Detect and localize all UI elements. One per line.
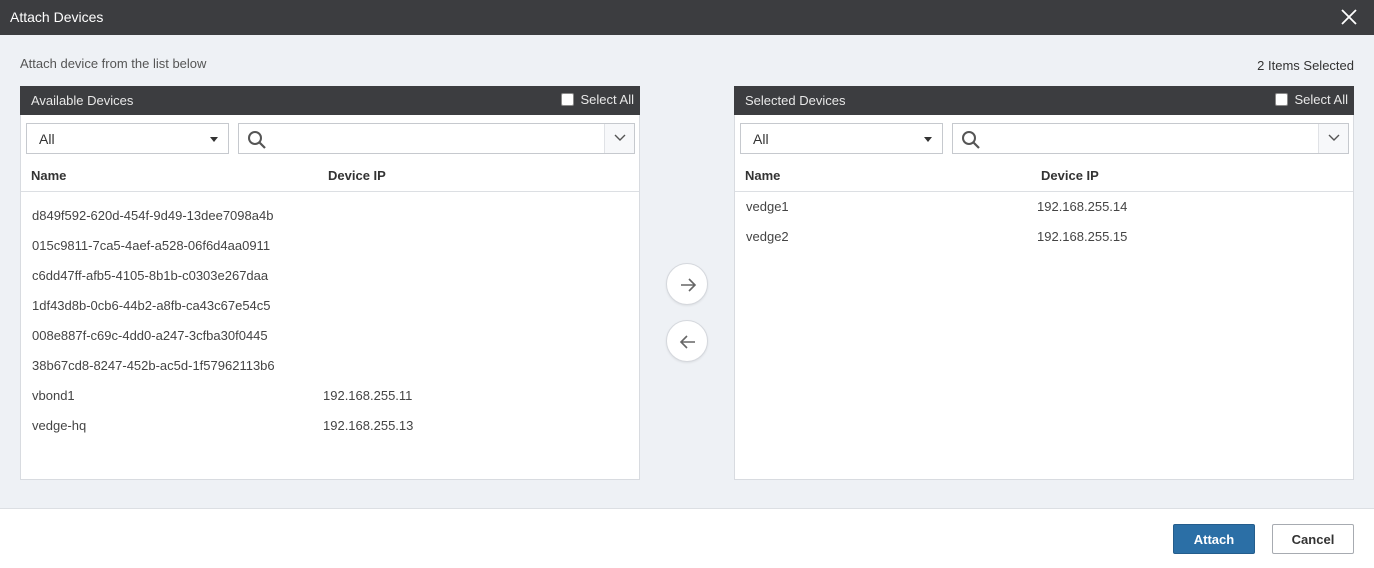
column-header-name[interactable]: Name	[31, 168, 66, 183]
device-name: vedge1	[746, 199, 789, 214]
available-filter-value: All	[39, 131, 55, 147]
available-devices-header: Available Devices Select All	[20, 86, 640, 115]
table-row[interactable]: 008e887f-c69c-4dd0-a247-3cfba30f0445	[21, 328, 639, 358]
selected-select-all[interactable]: Select All	[1274, 92, 1348, 107]
search-icon	[247, 130, 267, 150]
selected-search-input[interactable]	[989, 128, 1289, 150]
move-right-button[interactable]	[666, 263, 708, 305]
dialog-footer: Attach Cancel	[0, 508, 1374, 568]
available-devices-title: Available Devices	[31, 93, 134, 108]
device-name: c6dd47ff-afb5-4105-8b1b-c0303e267daa	[32, 268, 269, 283]
selected-select-all-label: Select All	[1294, 92, 1348, 107]
column-header-name[interactable]: Name	[745, 168, 780, 183]
column-header-device-ip[interactable]: Device IP	[328, 168, 386, 183]
available-filter-row: All	[26, 123, 635, 155]
device-name: d849f592-620d-454f-9d49-13dee7098a4b	[32, 208, 274, 223]
close-icon[interactable]	[1340, 8, 1358, 26]
available-select-all-checkbox[interactable]	[560, 93, 574, 106]
cancel-button[interactable]: Cancel	[1272, 524, 1354, 554]
selected-count: 2 Items Selected	[1257, 58, 1354, 73]
table-row[interactable]: vedge1 192.168.255.14	[735, 199, 1353, 229]
device-name: 1df43d8b-0cb6-44b2-a8fb-ca43c67e54c5	[32, 298, 271, 313]
selected-filter-dropdown[interactable]: All	[740, 123, 943, 154]
table-row[interactable]: c6dd47ff-afb5-4105-8b1b-c0303e267daa	[21, 268, 639, 298]
device-ip: 192.168.255.13	[323, 418, 414, 433]
instruction-text: Attach device from the list below	[20, 56, 207, 71]
selected-devices-title: Selected Devices	[745, 93, 846, 108]
selected-search-box[interactable]	[952, 123, 1349, 154]
table-row[interactable]: vedge2 192.168.255.15	[735, 229, 1353, 259]
selected-device-list: vedge1 192.168.255.14 vedge2 192.168.255.1…	[735, 199, 1353, 259]
selected-devices-header: Selected Devices Select All	[734, 86, 1354, 115]
device-name: vedge-hq	[32, 418, 87, 433]
available-search-input[interactable]	[275, 128, 575, 150]
table-row[interactable]: d849f592-620d-454f-9d49-13dee7098a4b	[21, 208, 639, 238]
device-ip: 192.168.255.11	[323, 388, 413, 403]
available-devices-panel: Available Devices Select All All Name De…	[20, 86, 640, 480]
dialog-title: Attach Devices	[10, 9, 104, 25]
arrow-left-icon	[679, 335, 695, 349]
table-row[interactable]: 38b67cd8-8247-452b-ac5d-1f57962113b6	[21, 358, 639, 388]
device-name: 38b67cd8-8247-452b-ac5d-1f57962113b6	[32, 358, 275, 373]
available-device-list: d849f592-620d-454f-9d49-13dee7098a4b 015…	[21, 208, 639, 448]
column-header-device-ip[interactable]: Device IP	[1041, 168, 1099, 183]
search-icon	[961, 130, 981, 150]
selected-filter-row: All	[740, 123, 1349, 155]
table-row[interactable]: 1df43d8b-0cb6-44b2-a8fb-ca43c67e54c5	[21, 298, 639, 328]
table-row[interactable]: vedge-hq 192.168.255.13	[21, 418, 639, 448]
selected-select-all-checkbox[interactable]	[1274, 93, 1288, 106]
selected-table-header: Name Device IP	[735, 168, 1353, 192]
available-select-all-label: Select All	[580, 92, 634, 107]
arrow-right-icon	[681, 278, 697, 292]
chevron-down-icon	[614, 134, 626, 141]
selected-filter-value: All	[753, 131, 769, 147]
available-table-header: Name Device IP	[21, 168, 639, 192]
device-ip: 192.168.255.14	[1037, 199, 1128, 214]
device-name: vedge2	[746, 229, 789, 244]
device-name: 008e887f-c69c-4dd0-a247-3cfba30f0445	[32, 328, 268, 343]
caret-down-icon	[924, 137, 932, 142]
dialog-titlebar: Attach Devices	[0, 0, 1374, 35]
move-left-button[interactable]	[666, 320, 708, 362]
table-row[interactable]: vbond1 192.168.255.11	[21, 388, 639, 418]
available-search-box[interactable]	[238, 123, 635, 154]
available-search-expand[interactable]	[604, 124, 634, 153]
selected-search-expand[interactable]	[1318, 124, 1348, 153]
attach-button[interactable]: Attach	[1173, 524, 1255, 554]
device-name: 015c9811-7ca5-4aef-a528-06f6d4aa0911	[32, 238, 271, 253]
available-select-all[interactable]: Select All	[560, 92, 634, 107]
chevron-down-icon	[1328, 134, 1340, 141]
table-row[interactable]: 015c9811-7ca5-4aef-a528-06f6d4aa0911	[21, 238, 639, 268]
caret-down-icon	[210, 137, 218, 142]
available-filter-dropdown[interactable]: All	[26, 123, 229, 154]
device-ip: 192.168.255.15	[1037, 229, 1128, 244]
device-name: vbond1	[32, 388, 75, 403]
selected-devices-panel: Selected Devices Select All All Name Dev…	[734, 86, 1354, 480]
